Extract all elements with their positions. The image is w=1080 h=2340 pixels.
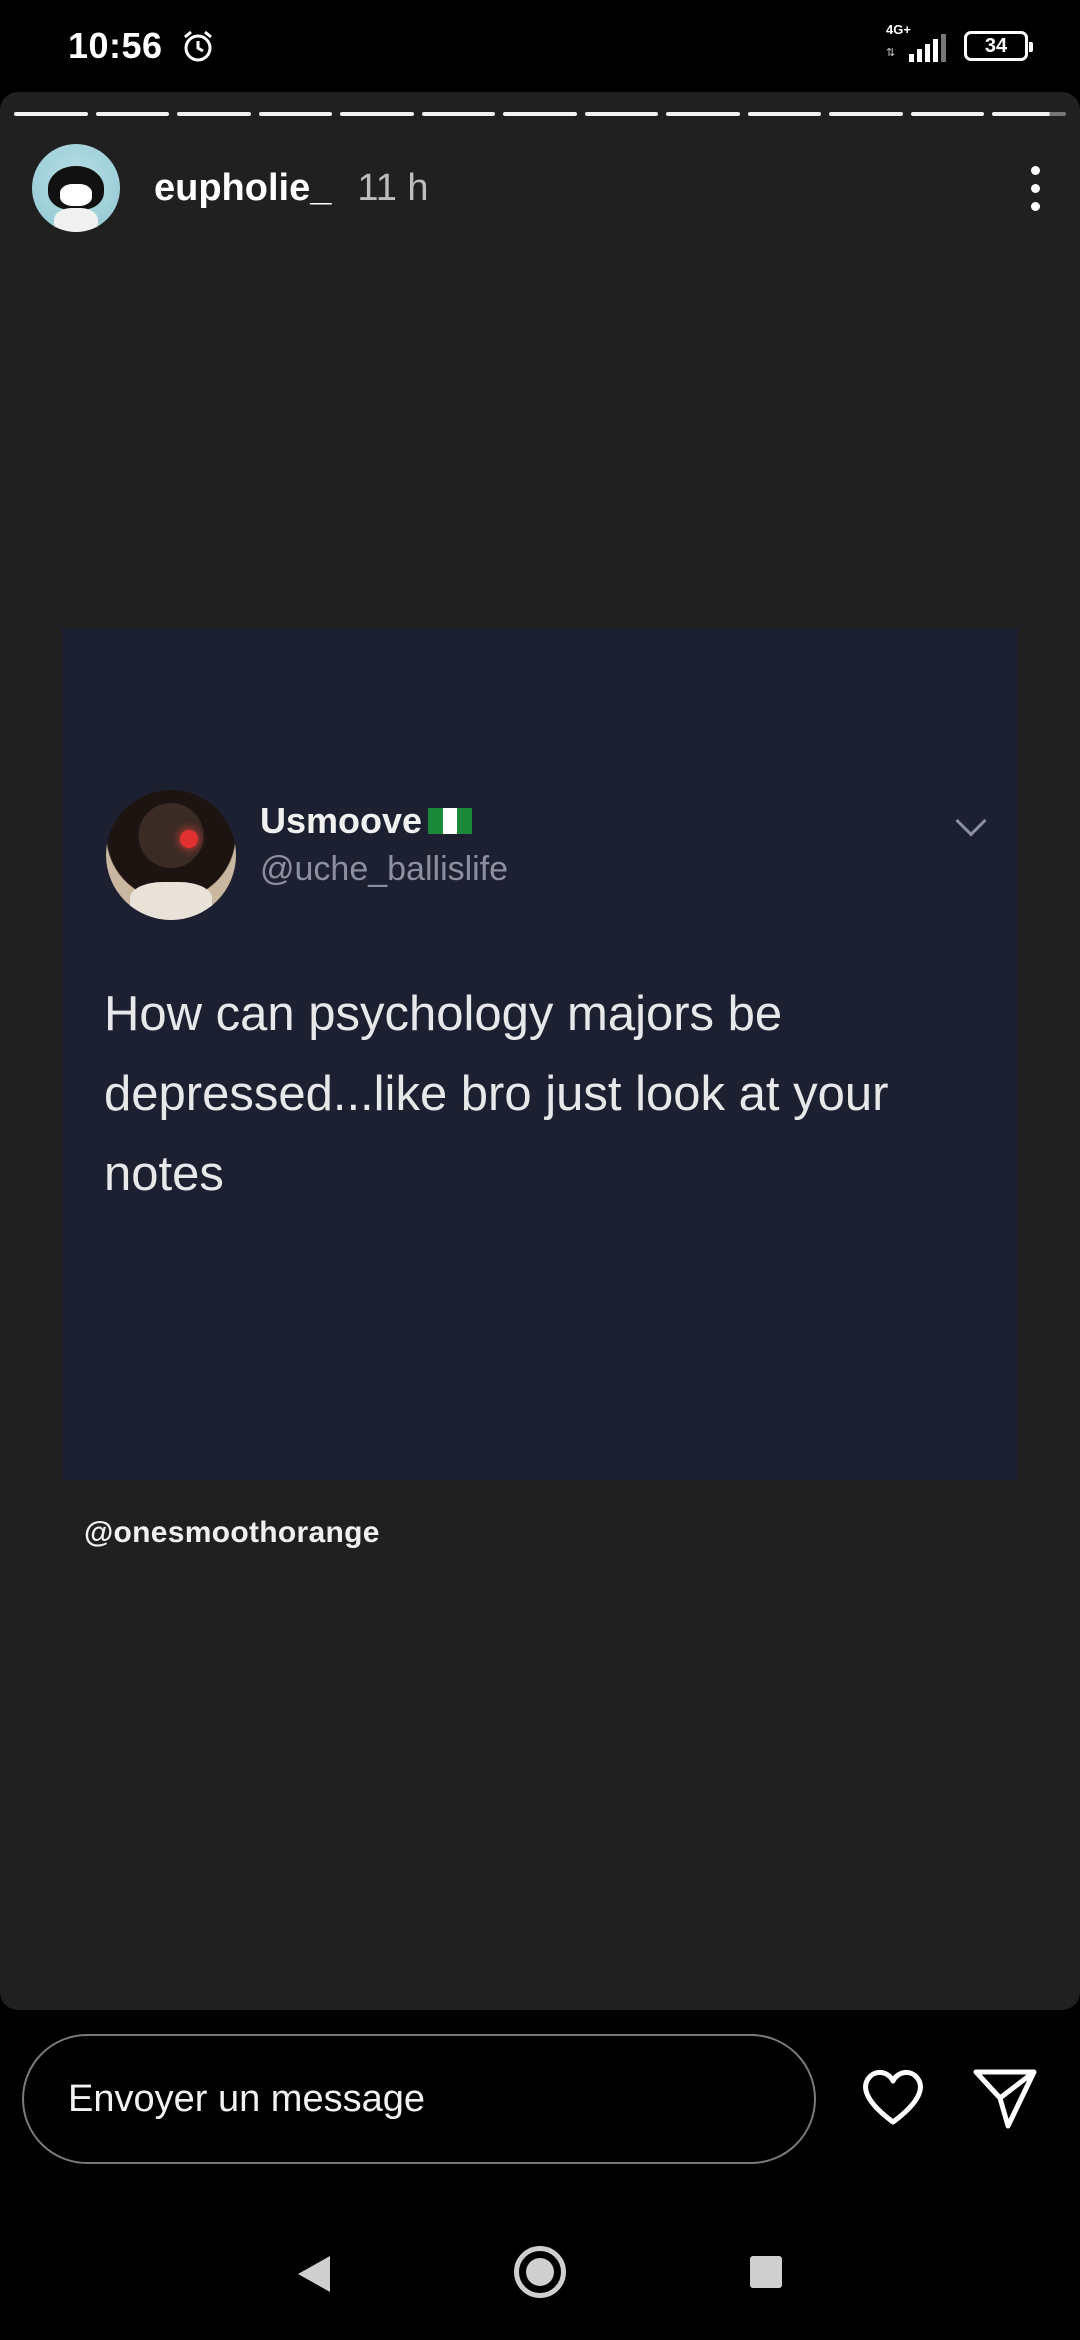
story-viewer[interactable]: eupholie_ 11 h Usmoove @uche_ballislife … — [0, 92, 1080, 2010]
avatar[interactable] — [32, 144, 120, 232]
progress-segment — [910, 112, 985, 116]
story-username[interactable]: eupholie_ — [154, 167, 331, 210]
progress-segment — [584, 112, 659, 116]
progress-segment-current — [992, 112, 1066, 116]
progress-segment — [14, 112, 88, 116]
status-left: 10:56 — [68, 25, 215, 67]
clock: 10:56 — [68, 25, 163, 66]
home-icon[interactable] — [514, 2246, 566, 2298]
alarm-clock-icon — [183, 30, 212, 62]
recent-apps-icon[interactable] — [750, 2256, 782, 2288]
tweet-avatar — [106, 790, 236, 920]
mention-sticker[interactable]: @onesmoothorange — [84, 1516, 380, 1550]
progress-segment — [258, 112, 333, 116]
progress-segment — [747, 112, 822, 116]
chevron-down-icon — [955, 805, 987, 837]
signal-bars — [909, 34, 946, 62]
cellular-signal-icon: 4G+ ⇅ — [886, 22, 946, 66]
progress-segment — [829, 112, 903, 116]
system-nav-bar — [0, 2210, 1080, 2340]
progress-segment — [340, 112, 414, 116]
more-vertical-icon[interactable] — [1020, 158, 1050, 218]
progress-segment — [421, 112, 496, 116]
network-type: 4G+ — [886, 22, 911, 37]
data-arrows-icon: ⇅ — [886, 47, 896, 59]
tweet-handle: @uche_ballislife — [260, 850, 509, 888]
nigeria-flag-icon — [428, 808, 473, 834]
story-time: 11 h — [357, 166, 429, 209]
status-right: 4G+ ⇅ 34 — [886, 22, 1033, 66]
story-progress-bar — [14, 112, 1066, 116]
heart-icon[interactable] — [858, 2062, 928, 2132]
tweet-display-name: Usmoove — [260, 800, 473, 842]
progress-segment — [95, 112, 170, 116]
status-bar: 10:56 4G+ ⇅ 34 — [0, 0, 1080, 92]
battery-level: 34 — [984, 34, 1008, 57]
battery-icon: 34 — [964, 31, 1033, 61]
message-input[interactable]: Envoyer un message — [22, 2034, 816, 2164]
progress-segment — [503, 112, 577, 116]
tweet-screenshot: Usmoove @uche_ballislife How can psychol… — [62, 628, 1018, 1480]
paper-plane-icon[interactable] — [970, 2062, 1040, 2132]
progress-segment — [177, 112, 251, 116]
reply-bar: Envoyer un message — [0, 2010, 1080, 2210]
story-header: eupholie_ 11 h — [32, 144, 1050, 232]
progress-segment — [666, 112, 740, 116]
back-icon[interactable] — [298, 2256, 330, 2292]
tweet-text: How can psychology majors be depressed..… — [104, 987, 889, 1201]
